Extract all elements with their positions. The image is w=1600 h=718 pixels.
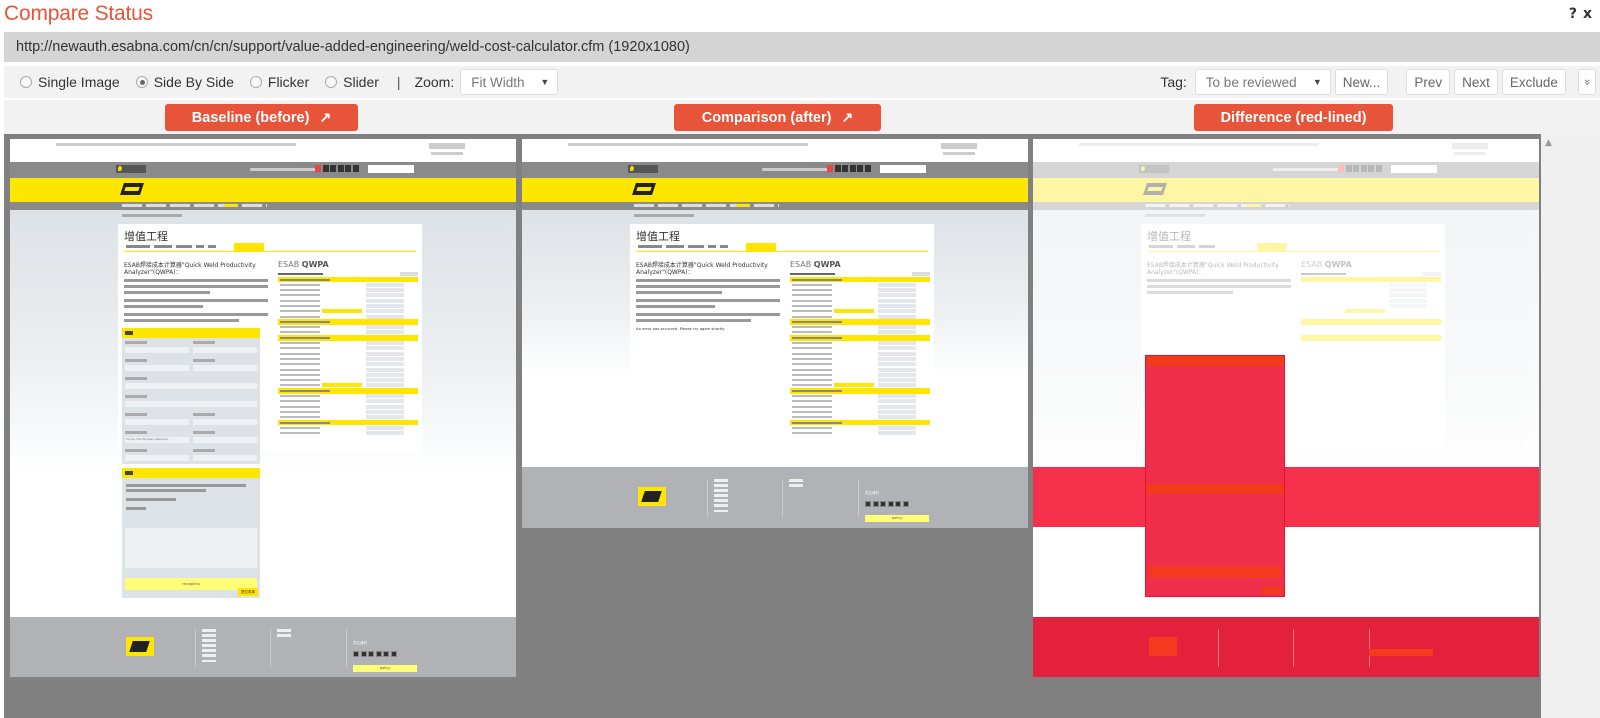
baseline-pane: 增值工程 ESAB焊接成本计算器"Quick Weld Productivity… — [10, 139, 516, 677]
comparison-pane: 增值工程 ESAB焊接成本计算器"Quick Weld Productivity… — [522, 139, 1028, 528]
url-bar: http://newauth.esabna.com/cn/cn/support/… — [4, 32, 1600, 62]
scroll-up-arrow-icon[interactable]: ▲ — [1545, 138, 1552, 148]
new-tag-button[interactable]: New... — [1334, 69, 1389, 95]
tag-value: To be reviewed — [1205, 74, 1297, 90]
view-mode-flicker[interactable]: Flicker — [249, 74, 310, 90]
diff-highlight-footer — [1033, 617, 1539, 677]
footer-logo — [126, 637, 154, 656]
zoom-value: Fit Width — [471, 74, 525, 90]
cookie-banner — [10, 139, 516, 162]
esab-logo — [632, 183, 656, 195]
error-message: An error has occurred. Please try again … — [636, 326, 726, 331]
external-link-icon: ↗ — [319, 109, 332, 125]
help-icon[interactable]: ? — [1569, 6, 1577, 22]
difference-pane: 增值工程 ESAB焊接成本计算器"Quick Weld Productivity… — [1033, 139, 1539, 677]
brand-bar — [10, 178, 516, 202]
comparison-label: Comparison (after) — [701, 109, 832, 126]
view-mode-side-by-side[interactable]: Side By Side — [135, 74, 234, 90]
dropdown-arrow-icon: ▼ — [1312, 77, 1322, 87]
exclude-button[interactable]: Exclude — [1501, 69, 1566, 95]
close-icon[interactable]: x — [1583, 6, 1592, 22]
next-button[interactable]: Next — [1454, 69, 1498, 95]
intro-title: ESAB焊接成本计算器"Quick Weld Productivity Anal… — [636, 262, 768, 276]
qwpa-calculator: ESAB QWPA — [278, 260, 418, 436]
zoom-label: Zoom: — [414, 74, 455, 90]
site-footer: 关注我们 policy — [10, 617, 516, 677]
double-chevron-down-icon: » — [1580, 78, 1593, 86]
location-icon — [116, 165, 146, 173]
country-select: China, the People's Republic — [125, 437, 189, 443]
toolbar-separator: | — [396, 74, 401, 90]
scrollbar[interactable]: ▲ — [1541, 134, 1600, 718]
radio-icon[interactable] — [20, 76, 32, 88]
site-search-input — [368, 165, 414, 173]
lead-form: China, the People's Republic recaptcha 提… — [122, 328, 260, 598]
external-link-icon: ↗ — [841, 109, 854, 125]
view-mode-label: Side By Side — [153, 74, 234, 90]
zoom-select[interactable]: Fit Width ▼ — [460, 69, 559, 95]
social-icons — [315, 165, 359, 172]
view-mode-slider[interactable]: Slider — [325, 74, 379, 90]
view-mode-label: Single Image — [38, 74, 120, 90]
difference-button[interactable]: Difference (red-lined) — [1194, 104, 1393, 131]
diff-highlight-form — [1145, 355, 1285, 597]
diff-highlight-band — [1033, 467, 1539, 527]
radio-icon[interactable] — [249, 76, 262, 88]
esab-logo — [120, 183, 144, 195]
page-heading: 增值工程 — [636, 230, 680, 243]
submit-button: 提交表单 — [238, 588, 258, 596]
utility-bar — [10, 162, 516, 178]
view-mode-single-image[interactable]: Single Image — [20, 74, 120, 90]
intro-title: ESAB焊接成本计算器"Quick Weld Productivity Anal… — [124, 262, 256, 276]
comparison-button[interactable]: Comparison (after) ↗ — [674, 104, 881, 131]
dropdown-arrow-icon: ▼ — [540, 77, 550, 87]
radio-selected-icon[interactable] — [135, 76, 148, 88]
difference-label: Difference (red-lined) — [1220, 109, 1367, 126]
main-nav — [10, 202, 516, 210]
radio-icon[interactable] — [325, 76, 338, 88]
tag-label: Tag: — [1160, 74, 1187, 90]
view-mode-label: Slider — [343, 74, 379, 90]
location-icon — [628, 165, 658, 173]
baseline-button[interactable]: Baseline (before) ↗ — [165, 104, 358, 131]
prev-button[interactable]: Prev — [1406, 69, 1451, 95]
baseline-label: Baseline (before) — [191, 109, 310, 126]
tag-select[interactable]: To be reviewed ▼ — [1194, 69, 1331, 95]
view-mode-label: Flicker — [267, 74, 310, 90]
breadcrumb — [122, 214, 182, 217]
toolbar: Single Image Side By Side Flicker Slider… — [4, 66, 1600, 98]
page-heading: 增值工程 — [124, 230, 168, 243]
section-tabs — [124, 243, 416, 252]
expand-button[interactable]: » — [1577, 69, 1596, 95]
app-title: Compare Status — [4, 2, 153, 25]
policy-button: policy — [353, 665, 417, 672]
